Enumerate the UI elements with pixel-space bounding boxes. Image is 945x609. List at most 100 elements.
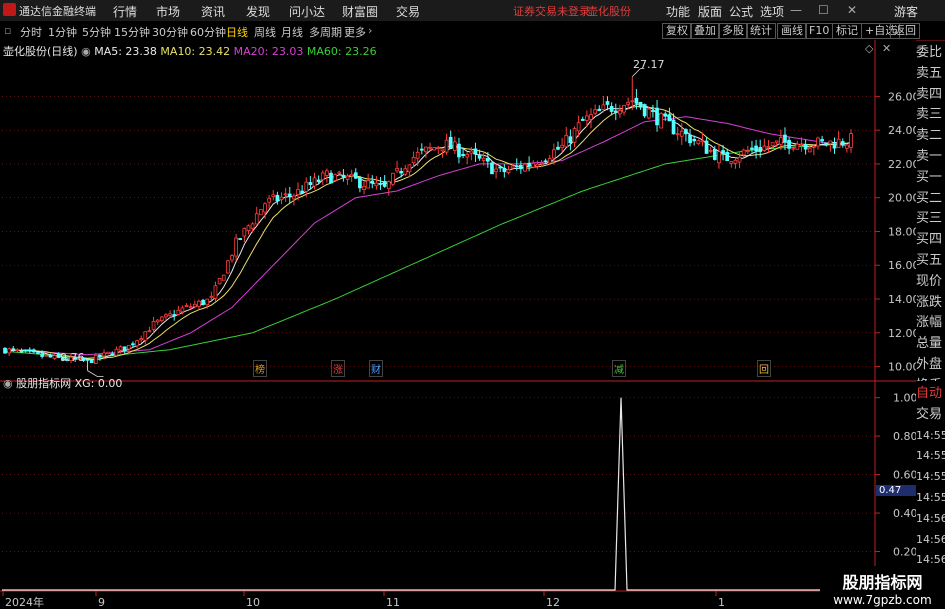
candle-body: [527, 162, 531, 167]
period-60min[interactable]: 60分钟: [190, 24, 226, 40]
candle-body: [407, 164, 412, 173]
menu-item-market-quotes[interactable]: 行情: [113, 3, 137, 20]
ytick-label: 0.20: [893, 546, 916, 559]
candle-body: [275, 194, 280, 202]
menu-item-news[interactable]: 资讯: [201, 3, 225, 20]
menu-item-wealth[interactable]: 财富圈: [342, 3, 378, 20]
xtick-label: 11: [386, 596, 400, 609]
quote-label: 涨跌: [916, 294, 943, 310]
period-multi[interactable]: 多周期: [309, 24, 342, 40]
candle-body: [300, 190, 304, 194]
candle-body: [564, 134, 569, 148]
event-marker-rise[interactable]: 涨: [331, 360, 345, 377]
quote-label: 外盘: [916, 356, 943, 372]
candle-body: [126, 344, 131, 350]
menu-item-formula[interactable]: 公式: [729, 3, 753, 20]
candle-body: [762, 145, 767, 151]
period-monthly[interactable]: 月线: [281, 24, 303, 40]
menu-item-layout[interactable]: 版面: [698, 3, 722, 20]
candle-body: [329, 172, 333, 184]
tool-adjust[interactable]: 复权: [662, 23, 692, 39]
app-title: 通达信金融终端: [19, 5, 96, 18]
candle-body: [712, 148, 717, 160]
candle-body: [535, 163, 540, 167]
period-30min[interactable]: 30分钟: [152, 24, 188, 40]
settings-icon[interactable]: ◇: [865, 42, 873, 55]
tool-draw[interactable]: 画线: [777, 23, 807, 39]
candle-body: [836, 138, 841, 148]
guest-label[interactable]: 游客: [894, 3, 918, 20]
candle-body: [424, 146, 428, 153]
candle-body: [52, 355, 57, 359]
candle-body: [729, 161, 734, 164]
candle-body: [737, 156, 742, 163]
tool-back[interactable]: 返回: [890, 23, 920, 39]
candle-body: [349, 173, 354, 177]
menu-item-options[interactable]: 选项: [760, 3, 784, 20]
candle-body: [155, 319, 160, 323]
candle-body: [593, 109, 597, 114]
trade-panel: 自动 交易 14:55 14:55 14:55 14:55 14:56 14:5…: [916, 384, 945, 569]
candle-body: [7, 348, 11, 354]
tool-mark[interactable]: 标记: [832, 23, 862, 39]
quote-label: 现价: [916, 273, 943, 289]
menu-item-market[interactable]: 市场: [156, 3, 180, 20]
tool-stats[interactable]: 统计: [746, 23, 776, 39]
candle-body: [692, 138, 697, 142]
period-minute[interactable]: 分时: [20, 24, 42, 40]
minimize-icon[interactable]: —: [790, 3, 802, 17]
candle-body: [11, 348, 16, 351]
trade-label[interactable]: 交易: [916, 405, 945, 426]
tool-f10[interactable]: F10: [805, 23, 834, 39]
menu-item-discover[interactable]: 发现: [246, 3, 270, 20]
candle-body: [139, 338, 144, 341]
candle-body: [803, 144, 808, 150]
high-price-label: 27.17: [633, 58, 665, 71]
event-marker-buyback[interactable]: 回: [757, 360, 771, 377]
candle-body: [605, 101, 610, 105]
chart-canvas[interactable]: 26.00 24.00 22.00 20.00 18.00 16.00 14.00 12.00…: [0, 40, 916, 609]
candle-body: [353, 172, 358, 179]
chevron-right-icon[interactable]: ›: [368, 24, 372, 37]
close-icon[interactable]: ✕: [847, 3, 857, 17]
period-more[interactable]: 更多: [344, 24, 366, 40]
expand-icon[interactable]: ◉: [3, 377, 13, 390]
auto-label[interactable]: 自动: [916, 384, 945, 405]
candle-body: [415, 151, 420, 159]
xtick-label: 10: [246, 596, 260, 609]
period-15min[interactable]: 15分钟: [114, 24, 150, 40]
candle-body: [717, 151, 721, 164]
tool-overlay[interactable]: 叠加: [690, 23, 720, 39]
candle-body: [708, 149, 713, 152]
event-marker-finance[interactable]: 财: [369, 360, 383, 377]
period-daily[interactable]: 日线: [226, 24, 248, 40]
candle-body: [568, 136, 573, 144]
candle-body: [102, 352, 106, 357]
event-marker-rank[interactable]: 榜: [253, 360, 267, 377]
candle-body: [807, 147, 812, 153]
period-5min[interactable]: 5分钟: [82, 24, 111, 40]
expand-icon[interactable]: ◉: [81, 45, 91, 58]
xtick-label: 2024年: [5, 595, 44, 609]
candle-body: [642, 104, 647, 117]
candle-body: [391, 172, 395, 185]
period-weekly[interactable]: 周线: [254, 24, 276, 40]
candle-body: [523, 163, 527, 172]
candle-body: [432, 147, 437, 151]
event-marker-reduce[interactable]: 减: [612, 360, 626, 377]
tick-time: 14:55: [916, 428, 945, 442]
tool-multi-stock[interactable]: 多股: [718, 23, 748, 39]
candle-body: [457, 143, 461, 158]
candle-body: [362, 185, 366, 190]
candle-body: [197, 300, 201, 307]
menu-item-function[interactable]: 功能: [666, 3, 690, 20]
candle-body: [419, 148, 424, 151]
period-1min[interactable]: 1分钟: [48, 24, 77, 40]
maximize-icon[interactable]: ☐: [818, 3, 829, 17]
menu-item-trade[interactable]: 交易: [396, 3, 420, 20]
trade-login-warning[interactable]: 证券交易未登录: [513, 3, 590, 19]
candle-body: [774, 140, 779, 143]
menu-item-ask[interactable]: 问小达: [289, 3, 325, 20]
candle-body: [519, 164, 523, 170]
close-panel-icon[interactable]: ✕: [882, 42, 891, 55]
